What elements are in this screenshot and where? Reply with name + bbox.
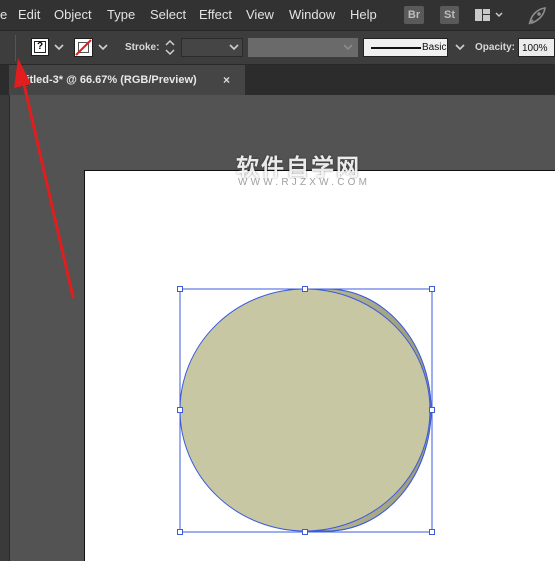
watermark-url: WWW.RJZXW.COM xyxy=(238,177,371,188)
handle-top-left[interactable] xyxy=(177,286,183,292)
handle-middle-left[interactable] xyxy=(177,407,183,413)
handle-bottom-left[interactable] xyxy=(177,529,183,535)
handle-top-middle[interactable] xyxy=(302,286,308,292)
handle-middle-right[interactable] xyxy=(429,407,435,413)
cylinder-object[interactable] xyxy=(179,288,432,532)
cylinder-front-face xyxy=(179,288,431,532)
artwork-layer xyxy=(177,286,435,535)
handle-top-right[interactable] xyxy=(429,286,435,292)
handle-bottom-right[interactable] xyxy=(429,529,435,535)
handle-bottom-middle[interactable] xyxy=(302,529,308,535)
